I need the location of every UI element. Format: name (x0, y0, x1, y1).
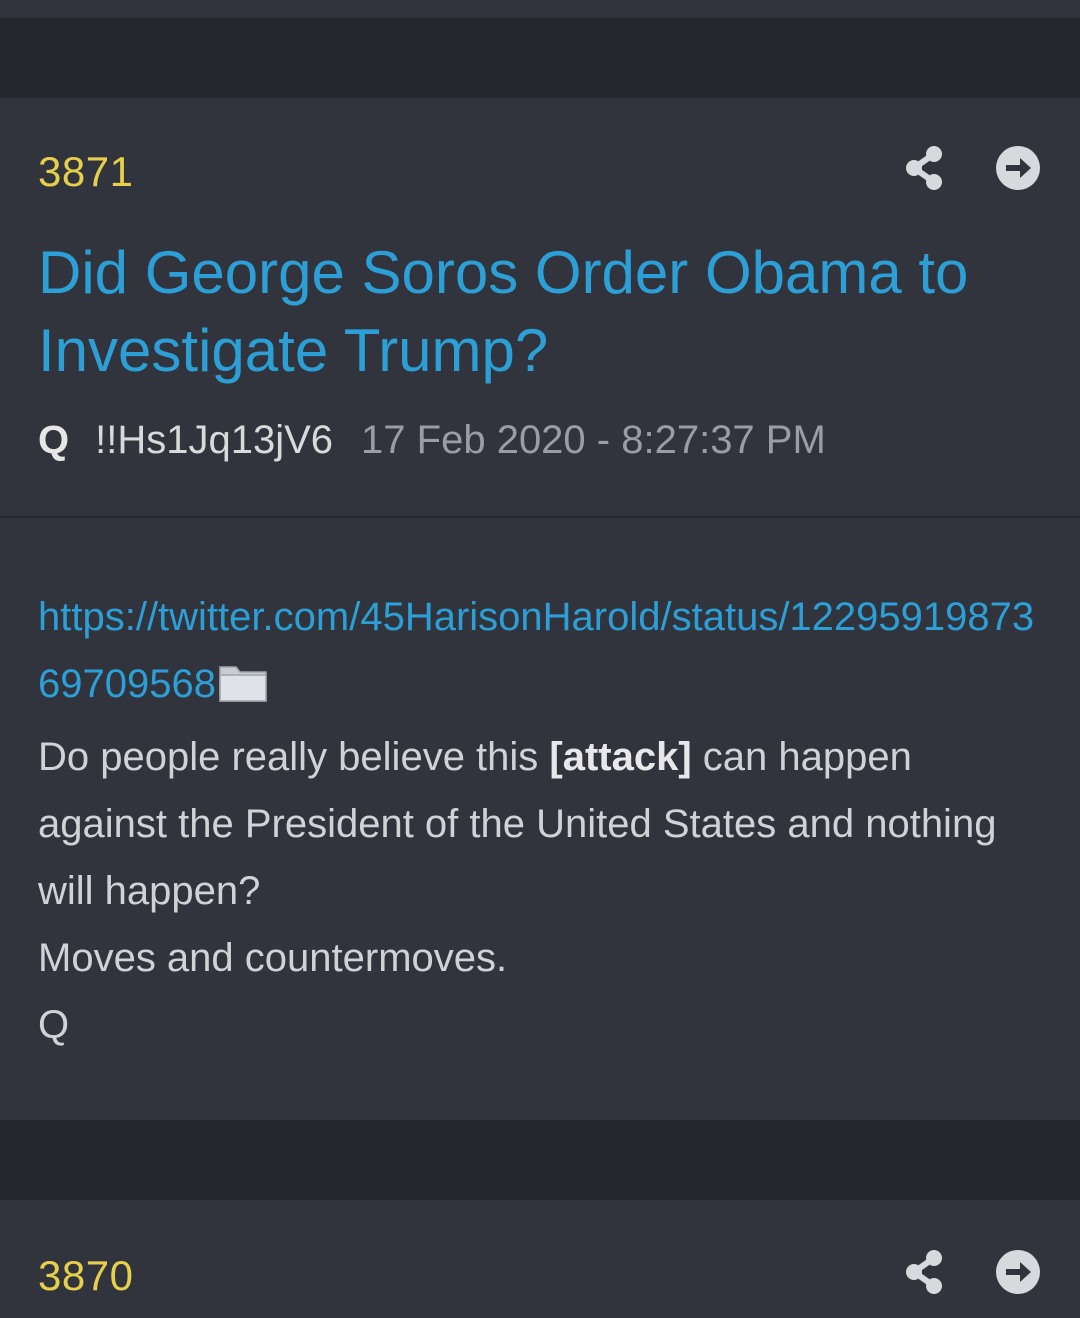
post-meta: Q !!Hs1Jq13jV6 17 Feb 2020 - 8:27:37 PM (38, 418, 826, 468)
open-post-button[interactable] (994, 1248, 1042, 1296)
post-separator (0, 1120, 1080, 1200)
share-button[interactable] (900, 144, 948, 192)
post-number[interactable]: 3871 (38, 148, 133, 196)
body-line-moves: Moves and countermoves. (38, 936, 508, 980)
post-card: 3870 (0, 1200, 1080, 1318)
open-post-button[interactable] (994, 144, 1042, 192)
share-button[interactable] (900, 1248, 948, 1296)
post-header: 3871 Did George Soros Order Obama to Inv… (0, 98, 1080, 518)
top-strip (0, 0, 1080, 18)
post-number[interactable]: 3870 (38, 1252, 133, 1300)
body-signature: Q (38, 1003, 70, 1047)
post-author: Q (38, 418, 70, 462)
post-title[interactable]: Did George Soros Order Obama to Investig… (38, 234, 1038, 390)
arrow-right-circle-icon (996, 146, 1040, 190)
post-date: 17 Feb 2020 - 8:27:37 PM (361, 418, 826, 462)
post-separator (0, 18, 1080, 98)
body-emphasis: [attack] (549, 735, 692, 779)
folder-icon[interactable] (218, 657, 270, 724)
post-body: https://twitter.com/45HarisonHarold/stat… (38, 584, 1048, 1059)
tweet-link[interactable]: https://twitter.com/45HarisonHarold/stat… (38, 595, 1034, 706)
body-paragraph: Do people really believe this [attack] c… (38, 724, 1048, 925)
share-icon (906, 1250, 942, 1294)
share-icon (906, 146, 942, 190)
arrow-right-circle-icon (996, 1250, 1040, 1294)
post-card: 3871 Did George Soros Order Obama to Inv… (0, 98, 1080, 1120)
post-tripcode: !!Hs1Jq13jV6 (95, 418, 334, 462)
body-text-part1: Do people really believe this (38, 735, 550, 779)
link-line: https://twitter.com/45HarisonHarold/stat… (38, 584, 1048, 724)
